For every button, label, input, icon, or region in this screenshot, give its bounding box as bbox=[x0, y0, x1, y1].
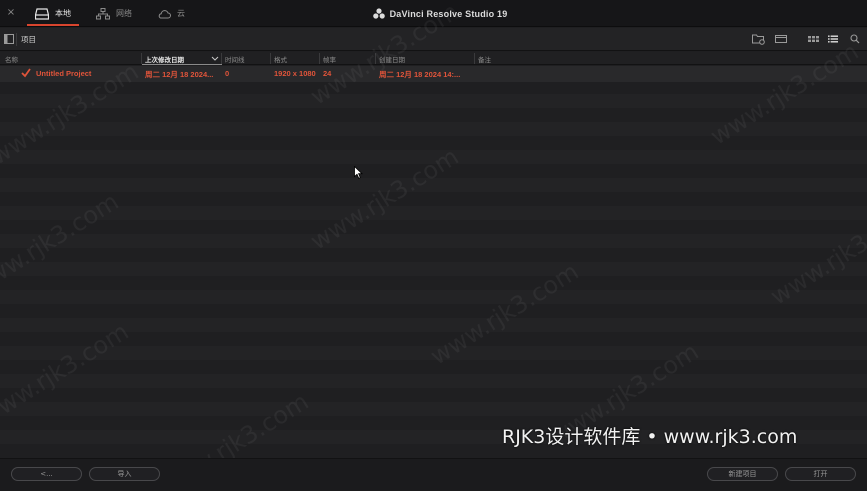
row-stripe bbox=[0, 136, 867, 150]
project-list bbox=[0, 66, 867, 458]
column-divider[interactable] bbox=[270, 53, 271, 64]
project-fps: 24 bbox=[323, 69, 332, 78]
row-stripe bbox=[0, 178, 867, 192]
breadcrumb[interactable]: 项目 bbox=[21, 34, 36, 45]
column-divider[interactable] bbox=[375, 53, 376, 64]
close-icon[interactable]: × bbox=[5, 7, 17, 19]
row-stripe bbox=[0, 80, 867, 94]
drive-icon bbox=[35, 7, 49, 20]
new-project-button[interactable]: 新建项目 bbox=[707, 467, 778, 481]
row-stripe bbox=[0, 164, 867, 178]
network-icon bbox=[96, 7, 110, 19]
row-stripe bbox=[0, 374, 867, 388]
active-tab-indicator bbox=[27, 24, 79, 26]
column-name[interactable]: 名称 bbox=[5, 54, 18, 64]
project-format: 1920 x 1080 bbox=[274, 69, 316, 78]
folder-view-icon[interactable] bbox=[775, 33, 787, 45]
row-stripe bbox=[0, 108, 867, 122]
back-button[interactable]: <... bbox=[11, 467, 82, 481]
tab-cloud-label: 云 bbox=[177, 9, 185, 18]
new-folder-icon[interactable] bbox=[752, 33, 765, 45]
row-stripe bbox=[0, 346, 867, 360]
row-stripe bbox=[0, 318, 867, 332]
row-stripe bbox=[0, 402, 867, 416]
open-button[interactable]: 打开 bbox=[785, 467, 856, 481]
row-stripe bbox=[0, 206, 867, 220]
row-stripe bbox=[0, 94, 867, 108]
project-timelines: 0 bbox=[225, 69, 230, 78]
toolbar-divider bbox=[16, 33, 17, 46]
column-created[interactable]: 创建日期 bbox=[379, 54, 405, 64]
row-stripe bbox=[0, 332, 867, 346]
row-stripe bbox=[0, 192, 867, 206]
grid-view-icon[interactable] bbox=[808, 33, 819, 45]
column-timelines[interactable]: 时间线 bbox=[225, 54, 245, 64]
row-stripe bbox=[0, 304, 867, 318]
cloud-icon bbox=[158, 9, 171, 18]
project-created: 周二 12月 18 2024 14:... bbox=[379, 70, 461, 79]
bottom-bar: <... 导入 新建项目 打开 bbox=[0, 458, 867, 491]
list-view-icon[interactable] bbox=[828, 33, 838, 45]
row-stripe bbox=[0, 276, 867, 290]
tab-network-label: 网络 bbox=[116, 9, 132, 18]
row-stripe bbox=[0, 290, 867, 304]
watermark-brand: RJK3设计软件库 • www.rjk3.com bbox=[502, 426, 798, 448]
sort-descending-icon[interactable] bbox=[211, 55, 219, 62]
sidebar-toggle-icon[interactable] bbox=[4, 33, 14, 45]
app-title-text: DaVinci Resolve Studio 19 bbox=[389, 8, 508, 19]
column-notes[interactable]: 备注 bbox=[478, 54, 491, 64]
sorted-column-indicator bbox=[142, 64, 222, 65]
row-stripe bbox=[0, 248, 867, 262]
tab-local-label: 本地 bbox=[55, 9, 71, 18]
project-name: Untitled Project bbox=[36, 69, 92, 78]
row-stripe bbox=[0, 150, 867, 164]
checkmark-icon bbox=[21, 68, 31, 78]
import-button[interactable]: 导入 bbox=[89, 467, 160, 481]
column-format[interactable]: 格式 bbox=[274, 54, 287, 64]
davinci-logo-icon bbox=[372, 8, 385, 19]
row-stripe bbox=[0, 122, 867, 136]
column-modified[interactable]: 上次修改日期 bbox=[145, 54, 184, 64]
column-divider[interactable] bbox=[141, 53, 142, 64]
table-row[interactable]: Untitled Project 周二 12月 18 2024... 0 192… bbox=[0, 66, 867, 82]
column-divider[interactable] bbox=[221, 53, 222, 64]
tab-cloud[interactable]: 云 bbox=[157, 0, 185, 27]
row-stripe bbox=[0, 388, 867, 402]
column-fps[interactable]: 帧率 bbox=[323, 54, 336, 64]
column-header: 名称 上次修改日期 时间线 格式 帧率 创建日期 备注 bbox=[0, 52, 867, 65]
row-stripe bbox=[0, 360, 867, 374]
column-divider[interactable] bbox=[319, 53, 320, 64]
tab-network[interactable]: 网络 bbox=[96, 0, 132, 27]
row-stripe bbox=[0, 220, 867, 234]
column-divider[interactable] bbox=[474, 53, 475, 64]
search-icon[interactable] bbox=[850, 33, 860, 45]
mouse-cursor-icon bbox=[354, 166, 363, 179]
top-bar: × 本地 网络 云 DaVinci Resolve Studio 19 bbox=[0, 0, 867, 27]
app-title: DaVinci Resolve Studio 19 bbox=[340, 0, 540, 27]
row-stripe bbox=[0, 234, 867, 248]
row-stripe bbox=[0, 262, 867, 276]
tab-local[interactable]: 本地 bbox=[35, 0, 71, 27]
project-modified: 周二 12月 18 2024... bbox=[145, 70, 214, 79]
toolbar: 项目 bbox=[0, 28, 867, 51]
